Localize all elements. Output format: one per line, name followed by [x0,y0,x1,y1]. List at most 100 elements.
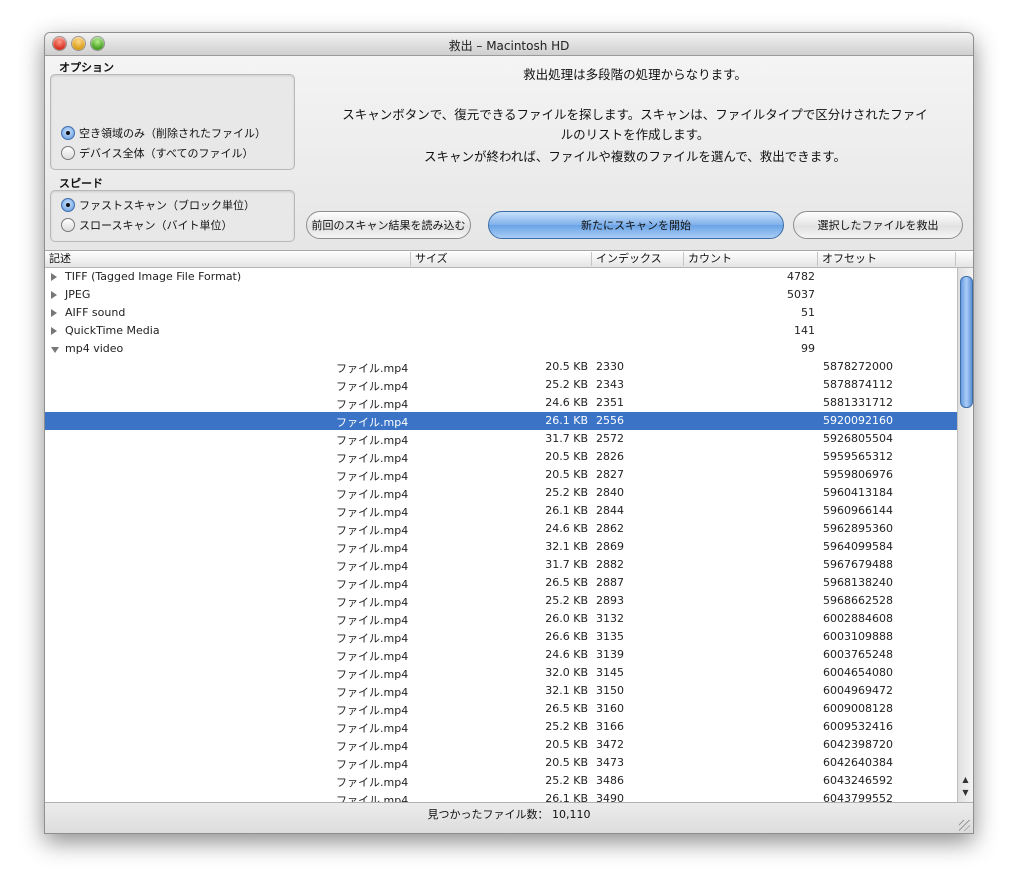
file-index: 3160 [596,702,624,715]
file-name: ファイル.mp4 [336,686,409,699]
file-name: ファイル.mp4 [336,398,409,411]
file-offset: 5968138240 [823,576,893,589]
file-index: 2869 [596,540,624,553]
status-bar: 見つかったファイル数： 10,110 [45,802,973,833]
file-row[interactable]: ファイル.mp4 20.5 KB 2330 5878272000 [45,358,957,376]
file-size: 24.6 KB [545,522,588,535]
file-name: ファイル.mp4 [336,470,409,483]
scrollbar-thumb[interactable] [960,276,973,408]
radio-fast-scan[interactable]: ファストスキャン（ブロック単位） [61,197,255,213]
file-row[interactable]: ファイル.mp4 32.1 KB 2869 5964099584 [45,538,957,556]
column-header-offset[interactable]: オフセット [817,252,955,266]
file-index: 2556 [596,414,624,427]
rescue-selected-button[interactable]: 選択したファイルを救出 [793,211,963,239]
file-row[interactable]: ファイル.mp4 26.6 KB 3135 6003109888 [45,628,957,646]
file-size: 26.5 KB [545,702,588,715]
file-name: ファイル.mp4 [336,632,409,645]
file-row[interactable]: ファイル.mp4 26.0 KB 3132 6002884608 [45,610,957,628]
column-header-size[interactable]: サイズ [410,252,591,266]
disclosure-triangle-icon[interactable] [51,273,57,281]
radio-free-space[interactable]: 空き領域のみ（削除されたファイル） [61,125,266,141]
info-line-3: ルのリストを作成します。 [560,127,710,142]
file-row[interactable]: ファイル.mp4 25.2 KB 3166 6009532416 [45,718,957,736]
file-row[interactable]: ファイル.mp4 20.5 KB 3472 6042398720 [45,736,957,754]
column-header-index[interactable]: インデックス [591,252,683,266]
file-row[interactable]: ファイル.mp4 32.0 KB 3145 6004654080 [45,664,957,682]
file-index: 3166 [596,720,624,733]
file-row[interactable]: ファイル.mp4 25.2 KB 3486 6043246592 [45,772,957,790]
file-offset: 6002884608 [823,612,893,625]
file-name: ファイル.mp4 [336,776,409,789]
file-row[interactable]: ファイル.mp4 26.5 KB 3160 6009008128 [45,700,957,718]
file-row[interactable]: ファイル.mp4 25.2 KB 2840 5960413184 [45,484,957,502]
file-row[interactable]: ファイル.mp4 31.7 KB 2572 5926805504 [45,430,957,448]
column-header-description[interactable]: 記述 [45,252,410,266]
file-row[interactable]: ファイル.mp4 24.6 KB 2862 5962895360 [45,520,957,538]
file-row[interactable]: ファイル.mp4 24.6 KB 3139 6003765248 [45,646,957,664]
radio-unselected-icon [61,218,75,232]
file-name: ファイル.mp4 [336,560,409,573]
file-row-selected[interactable]: ファイル.mp4 26.1 KB 2556 5920092160 [45,412,957,430]
found-files-count: 見つかったファイル数： 10,110 [427,808,591,821]
file-index: 2351 [596,396,624,409]
file-index: 2844 [596,504,624,517]
file-offset: 5962895360 [823,522,893,535]
file-row[interactable]: ファイル.mp4 25.2 KB 2343 5878874112 [45,376,957,394]
file-index: 3135 [596,630,624,643]
file-offset: 5878874112 [823,378,893,391]
disclosure-triangle-icon[interactable] [51,327,57,335]
file-row[interactable]: ファイル.mp4 20.5 KB 3473 6042640384 [45,754,957,772]
title-bar[interactable]: 救出 – Macintosh HD [45,33,973,56]
table-header: 記述 サイズ インデックス カウント オフセット [45,251,973,268]
resize-grip-icon[interactable] [959,820,970,831]
column-header-count[interactable]: カウント [683,252,817,266]
radio-whole-device-label: デバイス全体（すべてのファイル） [79,147,254,160]
group-row-quicktime[interactable]: QuickTime Media 141 [45,322,957,340]
file-offset: 5926805504 [823,432,893,445]
scroll-down-arrow-icon[interactable]: ▼ [960,787,971,798]
group-row-mp4[interactable]: mp4 video 99 [45,340,957,358]
file-row[interactable]: ファイル.mp4 32.1 KB 3150 6004969472 [45,682,957,700]
file-row[interactable]: ファイル.mp4 31.7 KB 2882 5967679488 [45,556,957,574]
file-name: ファイル.mp4 [336,524,409,537]
file-offset: 5967679488 [823,558,893,571]
load-previous-scan-button[interactable]: 前回のスキャン結果を読み込む [306,211,471,239]
group-row-jpeg[interactable]: JPEG 5037 [45,286,957,304]
radio-selected-icon [61,126,75,140]
file-index: 2827 [596,468,624,481]
file-name: ファイル.mp4 [336,434,409,447]
group-row-aiff[interactable]: AIFF sound 51 [45,304,957,322]
file-row[interactable]: ファイル.mp4 25.2 KB 2893 5968662528 [45,592,957,610]
group-row-tiff[interactable]: TIFF (Tagged Image File Format) 4782 [45,268,957,286]
radio-slow-scan[interactable]: スロースキャン（バイト単位） [61,217,232,233]
vertical-scrollbar[interactable]: ▲ ▼ [957,268,973,803]
results-table[interactable]: 記述 サイズ インデックス カウント オフセット TIFF (Tagged Im… [45,250,973,803]
scroll-up-arrow-icon[interactable]: ▲ [960,774,971,785]
file-index: 2887 [596,576,624,589]
disclosure-triangle-icon[interactable] [51,309,57,317]
radio-slow-scan-label: スロースキャン（バイト単位） [79,219,233,232]
file-row[interactable]: ファイル.mp4 26.5 KB 2887 5968138240 [45,574,957,592]
file-row[interactable]: ファイル.mp4 20.5 KB 2827 5959806976 [45,466,957,484]
options-title: オプション [59,61,114,74]
file-row[interactable]: ファイル.mp4 20.5 KB 2826 5959565312 [45,448,957,466]
file-size: 31.7 KB [545,558,588,571]
radio-whole-device[interactable]: デバイス全体（すべてのファイル） [61,145,253,161]
info-line-1: 救出処理は多段階の処理からなります。 [523,67,747,82]
start-new-scan-button[interactable]: 新たにスキャンを開始 [488,211,784,239]
disclosure-triangle-icon[interactable] [51,291,57,299]
file-index: 3145 [596,666,624,679]
file-row[interactable]: ファイル.mp4 26.1 KB 2844 5960966144 [45,502,957,520]
file-name: ファイル.mp4 [336,452,409,465]
group-count: 141 [794,324,815,337]
info-line-2: スキャンボタンで、復元できるファイルを探します。スキャンは、ファイルタイプで区分… [342,107,928,122]
file-row[interactable]: ファイル.mp4 24.6 KB 2351 5881331712 [45,394,957,412]
radio-free-space-label: 空き領域のみ（削除されたファイル） [79,127,266,140]
file-name: ファイル.mp4 [336,362,409,375]
window-title: 救出 – Macintosh HD [448,39,570,53]
disclosure-triangle-open-icon[interactable] [51,347,59,353]
file-size: 26.0 KB [545,612,588,625]
options-panel: オプション 空き領域のみ（削除されたファイル） デバイス全体（すべてのファイル）… [45,56,973,250]
file-size: 26.1 KB [545,504,588,517]
file-offset: 5960966144 [823,504,893,517]
